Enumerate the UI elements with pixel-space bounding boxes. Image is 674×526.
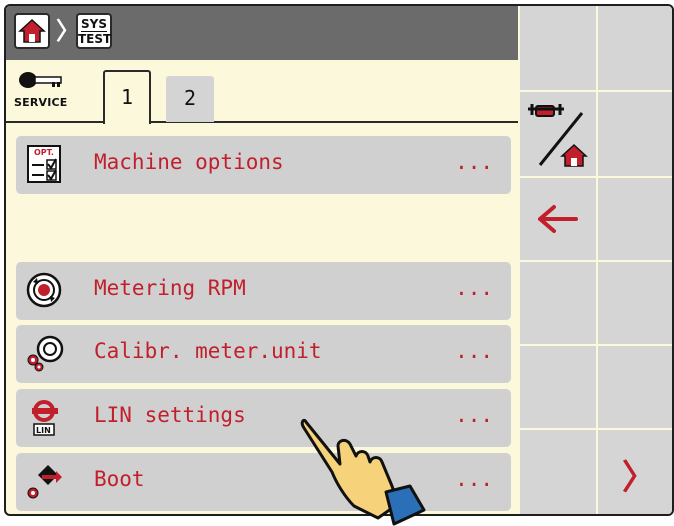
softkey-empty[interactable] xyxy=(598,262,672,346)
arrow-left-icon xyxy=(538,205,578,233)
softkey-empty[interactable] xyxy=(598,346,672,430)
svg-text:LIN: LIN xyxy=(36,426,51,435)
softkey-column-right: 〉 xyxy=(598,6,672,514)
softkey-empty[interactable] xyxy=(598,178,672,262)
chevron-right-icon: 〉 xyxy=(622,458,656,498)
home-button[interactable] xyxy=(14,13,50,49)
sys-test-line2: TEST xyxy=(78,32,112,46)
menu-label-boot: Boot xyxy=(94,467,145,491)
menu-label-metering-rpm: Metering RPM xyxy=(94,276,246,300)
sys-test-icon[interactable]: SYS TEST xyxy=(76,13,112,49)
header-bar: 〉 SYS TEST xyxy=(6,6,518,60)
svg-text:OPT.: OPT. xyxy=(34,148,54,157)
menu-item-boot[interactable]: Boot ... xyxy=(16,453,511,511)
menu-label-lin-settings: LIN settings xyxy=(94,403,246,427)
menu-ellipsis: ... xyxy=(455,339,493,363)
menu-item-metering-rpm[interactable]: Metering RPM ... xyxy=(16,262,511,320)
service-indicator: SERVICE xyxy=(14,70,84,116)
key-icon xyxy=(19,72,62,88)
menu-ellipsis: ... xyxy=(455,403,493,427)
softkey-empty[interactable] xyxy=(520,430,596,514)
sys-test-line1: SYS xyxy=(81,17,107,32)
lin-icon: LIN xyxy=(32,400,58,436)
softkey-column-left xyxy=(520,6,596,514)
mode-switch-button[interactable] xyxy=(520,92,596,178)
menu-ellipsis: ... xyxy=(455,276,493,300)
menu-item-calibr-meter-unit[interactable]: Calibr. meter.unit ... xyxy=(16,325,511,383)
menu-item-lin-settings[interactable]: LIN LIN settings ... xyxy=(16,389,511,447)
softkey-empty[interactable] xyxy=(598,92,672,178)
hand-pointer-icon xyxy=(300,418,426,526)
back-button[interactable] xyxy=(520,178,596,262)
softkey-empty[interactable] xyxy=(520,6,596,92)
home-icon xyxy=(18,18,46,43)
menu-item-machine-options[interactable]: OPT. Machine options ... xyxy=(16,136,511,194)
softkey-empty[interactable] xyxy=(520,262,596,346)
opt-checklist-icon: OPT. xyxy=(27,145,61,183)
tab-baseline xyxy=(6,121,518,123)
next-page-button[interactable]: 〉 xyxy=(598,430,672,514)
tab-2[interactable]: 2 xyxy=(166,76,214,122)
service-label: SERVICE xyxy=(14,96,68,109)
softkey-empty[interactable] xyxy=(598,6,672,92)
menu-label-calibr-meter-unit: Calibr. meter.unit xyxy=(94,339,322,363)
menu-label-machine-options: Machine options xyxy=(94,150,284,174)
menu-ellipsis: ... xyxy=(455,467,493,491)
tab-1[interactable]: 1 xyxy=(103,70,151,124)
boot-icon xyxy=(27,465,62,499)
calibration-icon xyxy=(27,335,64,372)
metering-rpm-icon xyxy=(26,272,62,308)
menu-ellipsis: ... xyxy=(455,150,493,174)
softkey-empty[interactable] xyxy=(520,346,596,430)
machine-home-switch-icon xyxy=(528,104,588,167)
